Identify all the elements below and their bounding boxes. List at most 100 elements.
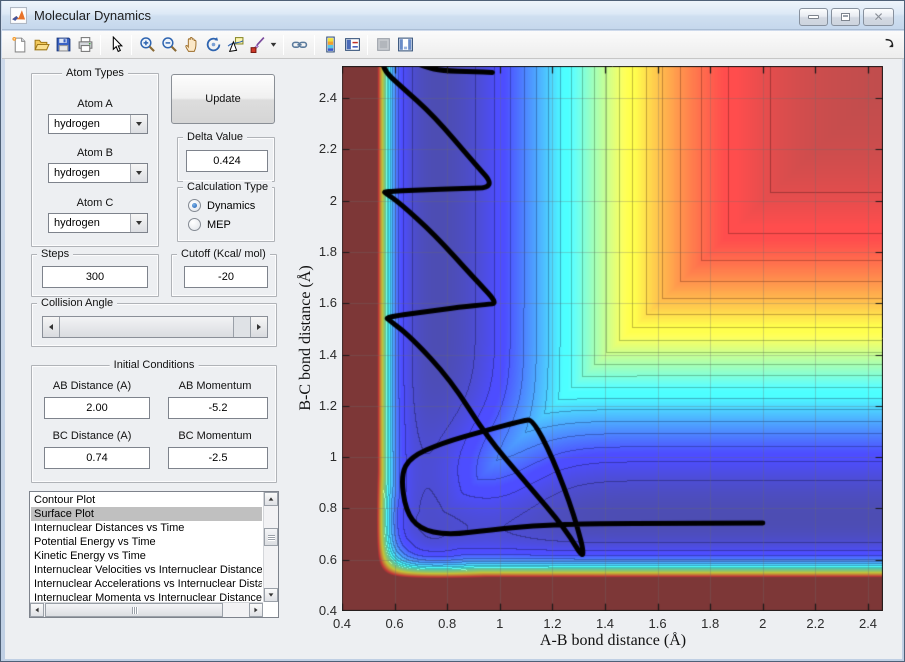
steps-label: Steps xyxy=(37,248,73,260)
data-cursor-icon[interactable] xyxy=(224,34,246,56)
save-icon[interactable] xyxy=(52,34,74,56)
ab-distance-field[interactable]: 2.00 xyxy=(44,397,150,419)
slider-right-arrow-icon[interactable] xyxy=(250,317,267,337)
scroll-right-icon[interactable] xyxy=(249,603,263,617)
scroll-left-icon[interactable] xyxy=(30,603,44,617)
x-tick-label: 0.4 xyxy=(333,616,351,631)
atom-b-dropdown-icon[interactable] xyxy=(130,164,147,182)
slider-thumb[interactable] xyxy=(60,317,234,337)
list-item[interactable]: Kinetic Energy vs Time xyxy=(31,549,262,563)
slider-left-arrow-icon[interactable] xyxy=(43,317,60,337)
list-item[interactable]: Internuclear Distances vs Time xyxy=(31,521,262,535)
new-document-icon[interactable] xyxy=(8,34,30,56)
show-plot-tools-icon[interactable] xyxy=(394,34,416,56)
minimize-button[interactable] xyxy=(799,8,828,26)
contour-plot-canvas[interactable] xyxy=(342,66,883,611)
atom-a-dropdown-icon[interactable] xyxy=(130,115,147,133)
atom-a-value: hydrogen xyxy=(54,115,100,133)
plot-type-listbox[interactable]: Contour PlotSurface PlotInternuclear Dis… xyxy=(29,491,279,618)
insert-legend-icon[interactable] xyxy=(341,34,363,56)
atom-a-label: Atom A xyxy=(32,98,158,110)
zoom-out-icon[interactable] xyxy=(158,34,180,56)
brush-icon[interactable] xyxy=(246,34,268,56)
horizontal-scroll-thumb[interactable] xyxy=(45,603,223,617)
atom-c-select[interactable]: hydrogen xyxy=(48,213,148,233)
atom-b-value: hydrogen xyxy=(54,164,100,182)
list-item[interactable]: Internuclear Momenta vs Internuclear Dis… xyxy=(31,591,262,601)
steps-field[interactable]: 300 xyxy=(42,266,148,288)
update-button-label: Update xyxy=(205,93,240,105)
scroll-up-icon[interactable] xyxy=(264,492,278,506)
radio-selected-icon[interactable] xyxy=(188,199,201,212)
cursor-arrow-icon[interactable] xyxy=(105,34,127,56)
delta-value-label: Delta Value xyxy=(183,131,247,143)
y-tick-label: 0.4 xyxy=(305,603,337,618)
toolbar-separator xyxy=(314,35,315,55)
radio-unselected-icon[interactable] xyxy=(188,218,201,231)
list-item[interactable]: Internuclear Velocities vs Internuclear … xyxy=(31,563,262,577)
initial-conditions-label: Initial Conditions xyxy=(110,359,199,371)
atom-types-group-label: Atom Types xyxy=(62,67,128,79)
atom-b-select[interactable]: hydrogen xyxy=(48,163,148,183)
atom-b-label: Atom B xyxy=(32,147,158,159)
x-tick-label: 1.6 xyxy=(649,616,667,631)
radio-option-mep[interactable]: MEP xyxy=(178,215,274,234)
y-tick-label: 0.8 xyxy=(305,500,337,515)
x-tick-label: 0.8 xyxy=(438,616,456,631)
bc-momentum-label: BC Momentum xyxy=(158,430,272,442)
y-tick-label: 2 xyxy=(305,193,337,208)
cutoff-label: Cutoff (Kcal/ mol) xyxy=(177,248,270,260)
list-item[interactable]: Surface Plot xyxy=(31,507,262,521)
bc-distance-field[interactable]: 0.74 xyxy=(44,447,150,469)
y-axis-label: B-C bond distance (Å) xyxy=(297,265,315,410)
toolbar-separator xyxy=(100,35,101,55)
bc-momentum-field[interactable]: -2.5 xyxy=(168,447,268,469)
calculation-type-label: Calculation Type xyxy=(183,181,272,193)
vertical-scroll-thumb[interactable] xyxy=(264,528,278,546)
window-title: Molecular Dynamics xyxy=(34,1,151,30)
atom-c-dropdown-icon[interactable] xyxy=(130,214,147,232)
y-tick-label: 0.6 xyxy=(305,552,337,567)
ab-momentum-label: AB Momentum xyxy=(158,380,272,392)
list-item[interactable]: Potential Energy vs Time xyxy=(31,535,262,549)
radio-option-dynamics[interactable]: Dynamics xyxy=(178,196,274,215)
maximize-button[interactable] xyxy=(831,8,860,26)
dropdown-caret-icon[interactable] xyxy=(268,34,279,56)
list-item[interactable]: Internuclear Accelerations vs Internucle… xyxy=(31,577,262,591)
list-item[interactable]: Contour Plot xyxy=(31,493,262,507)
listbox-vertical-scrollbar[interactable] xyxy=(263,492,278,602)
title-bar[interactable]: Molecular Dynamics ✕ xyxy=(2,1,905,30)
x-axis-label: A-B bond distance (Å) xyxy=(540,632,686,650)
toolbar-separator xyxy=(131,35,132,55)
bc-distance-label: BC Distance (A) xyxy=(32,430,152,442)
ab-momentum-field[interactable]: -5.2 xyxy=(168,397,268,419)
maximize-icon xyxy=(841,13,850,21)
print-icon[interactable] xyxy=(74,34,96,56)
collision-angle-slider[interactable] xyxy=(42,316,268,338)
update-button[interactable]: Update xyxy=(171,74,275,124)
x-tick-label: 1.4 xyxy=(596,616,614,631)
cutoff-field[interactable]: -20 xyxy=(184,266,268,288)
pan-hand-icon[interactable] xyxy=(180,34,202,56)
x-tick-label: 2 xyxy=(759,616,766,631)
link-plots-icon[interactable] xyxy=(288,34,310,56)
open-folder-icon[interactable] xyxy=(30,34,52,56)
radio-option-label: MEP xyxy=(207,219,231,231)
matlab-logo-icon xyxy=(10,7,27,24)
scroll-down-icon[interactable] xyxy=(264,588,278,602)
zoom-in-icon[interactable] xyxy=(136,34,158,56)
cutoff-group: Cutoff (Kcal/ mol) -20 xyxy=(171,254,277,297)
y-tick-label: 1 xyxy=(305,449,337,464)
delta-value-field[interactable]: 0.424 xyxy=(186,150,268,172)
atom-types-group: Atom Types Atom A hydrogen Atom B hydrog… xyxy=(31,73,159,247)
atom-a-select[interactable]: hydrogen xyxy=(48,114,148,134)
calculation-type-group: Calculation Type DynamicsMEP xyxy=(177,187,275,242)
insert-colorbar-icon[interactable] xyxy=(319,34,341,56)
dock-figure-icon[interactable] xyxy=(883,37,897,51)
rotate-3d-icon[interactable] xyxy=(202,34,224,56)
collision-angle-group: Collision Angle xyxy=(31,303,277,347)
x-tick-label: 0.6 xyxy=(386,616,404,631)
x-tick-label: 1.8 xyxy=(701,616,719,631)
close-button[interactable]: ✕ xyxy=(863,8,894,26)
listbox-horizontal-scrollbar[interactable] xyxy=(30,602,263,617)
